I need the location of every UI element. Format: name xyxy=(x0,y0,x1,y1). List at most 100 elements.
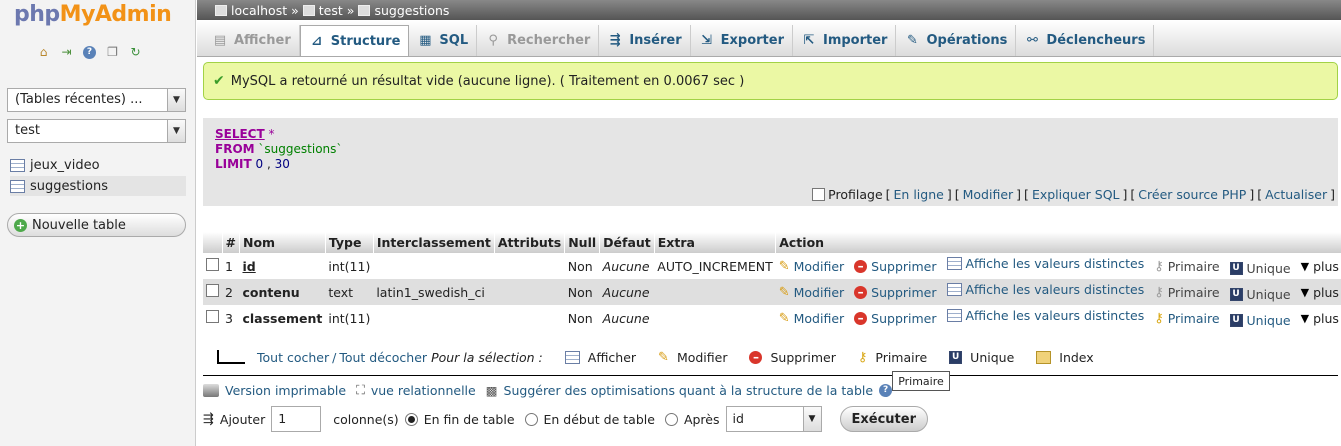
add-column-icon: ⇶ xyxy=(203,411,214,427)
sidebar-table-jeux-video[interactable]: jeux_video xyxy=(10,155,186,175)
row-checkbox[interactable] xyxy=(206,284,219,297)
sql-query[interactable]: SELECT * FROM `suggestions` LIMIT 0 , 30 xyxy=(215,127,342,172)
more-dropdown[interactable]: ▼ plus xyxy=(1301,259,1339,274)
divider xyxy=(203,375,1338,376)
table-icon xyxy=(10,158,25,172)
edit-action[interactable]: ✎ Modifier xyxy=(779,285,844,300)
export-icon: ⇲ xyxy=(701,33,713,48)
row-checkbox[interactable] xyxy=(206,258,219,271)
footer-links: Version imprimable ⛶ vue relationnelle ▩… xyxy=(203,380,893,400)
radio-start-of-table[interactable] xyxy=(524,412,538,426)
bulk-delete-button[interactable]: – Supprimer xyxy=(749,350,836,365)
tab-import[interactable]: ⇱ Importer xyxy=(793,25,897,56)
relational-view-link[interactable]: vue relationnelle xyxy=(371,383,476,398)
unique-action[interactable]: U Unique xyxy=(1229,313,1291,328)
tab-structure[interactable]: ⊿ Structure xyxy=(299,25,410,56)
chevron-down-icon: ▼ xyxy=(802,407,821,431)
more-dropdown[interactable]: ▼ plus xyxy=(1301,311,1339,326)
bulk-primary-button[interactable]: ⚷ Primaire xyxy=(858,350,927,365)
recent-tables-select[interactable]: (Tables récentes) ... ▼ xyxy=(7,88,186,112)
pencil-icon: ✎ xyxy=(658,349,669,365)
tab-sql[interactable]: ▦ SQL xyxy=(409,25,478,56)
primary-action[interactable]: ⚷ Primaire xyxy=(1154,311,1219,326)
table-icon xyxy=(946,309,962,323)
refresh-link[interactable]: Actualiser xyxy=(1265,187,1327,202)
sql-query-box: SELECT * FROM `suggestions` LIMIT 0 , 30… xyxy=(203,118,1338,206)
primary-action: ⚷ Primaire xyxy=(1154,259,1220,275)
chevron-down-icon: ▼ xyxy=(167,89,185,111)
help-icon[interactable]: ? xyxy=(81,44,98,60)
print-view-link[interactable]: Version imprimable xyxy=(225,383,346,398)
col-collation[interactable]: Interclassement xyxy=(373,232,495,253)
import-icon: ⇱ xyxy=(803,33,815,48)
distinct-values-action[interactable]: Affiche les valeurs distinctes xyxy=(946,308,1144,323)
breadcrumb-database[interactable]: test xyxy=(319,3,343,18)
more-dropdown[interactable]: ▼ plus xyxy=(1301,285,1339,300)
delete-icon: – xyxy=(854,285,868,299)
bulk-index-button[interactable]: Index xyxy=(1036,350,1094,365)
execute-button[interactable]: Exécuter xyxy=(839,406,928,432)
distinct-values-action[interactable]: Affiche les valeurs distinctes xyxy=(946,282,1144,297)
phpmyadmin-logo[interactable]: phpMyAdmin xyxy=(14,2,172,27)
bulk-edit-button[interactable]: ✎ Modifier xyxy=(658,350,727,365)
navigation-panel: phpMyAdmin ⌂ ⇥ ? ❐ ↻ (Tables récentes) .… xyxy=(0,0,196,446)
check-icon: ✔ xyxy=(213,73,225,89)
suggest-structure-link[interactable]: Suggérer des optimisations quant à la st… xyxy=(504,383,874,398)
tab-operations[interactable]: ✎ Opérations xyxy=(896,25,1017,56)
tab-triggers[interactable]: ⚯ Déclencheurs xyxy=(1016,25,1155,56)
profiling-checkbox[interactable] xyxy=(812,188,826,201)
radio-end-of-table[interactable] xyxy=(404,412,418,426)
chevron-down-icon: ▼ xyxy=(167,120,185,142)
edit-action[interactable]: ✎ Modifier xyxy=(779,311,844,326)
table-row: 2 contenu text latin1_swedish_ci Non Auc… xyxy=(203,279,1341,305)
explain-sql-link[interactable]: Expliquer SQL xyxy=(1032,187,1120,202)
radio-after-column[interactable] xyxy=(664,412,678,426)
tab-export[interactable]: ⇲ Exporter xyxy=(691,25,793,56)
create-php-link[interactable]: Créer source PHP xyxy=(1138,187,1246,202)
unique-icon: U xyxy=(949,350,963,364)
edit-action[interactable]: ✎ Modifier xyxy=(779,259,844,274)
database-select[interactable]: test ▼ xyxy=(7,119,186,143)
edit-query-link[interactable]: Modifier xyxy=(963,187,1014,202)
reload-icon[interactable]: ↻ xyxy=(127,44,144,60)
col-type[interactable]: Type xyxy=(325,232,374,253)
primary-action: ⚷ Primaire xyxy=(1154,285,1220,301)
delete-action[interactable]: – Supprimer xyxy=(854,259,937,274)
table-icon xyxy=(10,179,25,193)
breadcrumb: localhost » test » suggestions xyxy=(197,0,1341,20)
distinct-values-action[interactable]: Affiche les valeurs distinctes xyxy=(946,256,1144,271)
sidebar-table-suggestions[interactable]: suggestions xyxy=(10,176,186,196)
help-icon[interactable]: ? xyxy=(879,383,893,397)
table-row: 1 id int(11) Non Aucune AUTO_INCREMENT ✎… xyxy=(203,253,1341,279)
breadcrumb-table[interactable]: suggestions xyxy=(374,3,449,18)
col-null[interactable]: Null xyxy=(564,232,601,253)
table-icon xyxy=(564,350,580,364)
col-extra[interactable]: Extra xyxy=(654,232,777,253)
table-header-row: # Nom Type Interclassement Attributs Nul… xyxy=(203,232,1341,253)
bulk-browse-button[interactable]: Afficher xyxy=(564,350,636,365)
delete-action[interactable]: – Supprimer xyxy=(854,285,937,300)
after-column-select[interactable]: id ▼ xyxy=(725,406,822,432)
delete-icon: – xyxy=(749,350,763,364)
tab-search[interactable]: ⚲ Rechercher xyxy=(477,25,600,56)
row-checkbox[interactable] xyxy=(206,310,219,323)
breadcrumb-server[interactable]: localhost xyxy=(231,3,287,18)
col-attributes[interactable]: Attributs xyxy=(494,232,566,253)
col-name[interactable]: Nom xyxy=(239,232,326,253)
tab-insert[interactable]: ⇶ Insérer xyxy=(599,25,691,56)
column-count-input[interactable]: 1 xyxy=(271,406,322,432)
logout-icon[interactable]: ⇥ xyxy=(58,44,75,60)
check-all-link[interactable]: Tout cocher xyxy=(257,350,329,365)
uncheck-all-link[interactable]: Tout décocher xyxy=(339,350,427,365)
docs-icon[interactable]: ❐ xyxy=(104,44,121,60)
bulk-unique-button[interactable]: U Unique xyxy=(949,350,1014,365)
inline-edit-link[interactable]: En ligne xyxy=(894,187,944,202)
delete-action[interactable]: – Supprimer xyxy=(854,311,937,326)
triangle-down-icon: ▼ xyxy=(1300,260,1310,274)
table-row: 3 classement int(11) Non Aucune ✎ Modifie… xyxy=(203,305,1341,331)
new-table-button[interactable]: + Nouvelle table xyxy=(7,213,186,237)
tab-browse[interactable]: ▤ Afficher xyxy=(204,25,300,56)
col-default[interactable]: Défaut xyxy=(599,232,655,253)
home-icon[interactable]: ⌂ xyxy=(35,44,52,60)
sql-links: Profilage [En ligne] [Modifier] [Expliqu… xyxy=(812,187,1335,202)
